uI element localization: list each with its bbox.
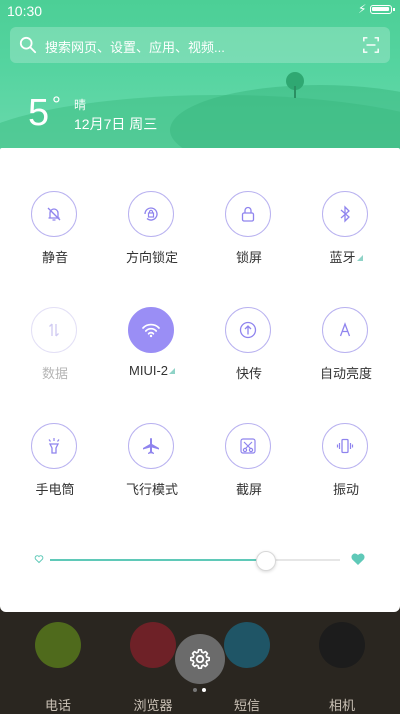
tile-label: 静音	[41, 250, 68, 265]
search-placeholder: 搜索网页、设置、应用、视频...	[45, 40, 225, 55]
tile-label: 截屏	[235, 482, 262, 497]
status-time: 10:30	[7, 3, 43, 19]
tile-quick-share[interactable]: 快传	[204, 307, 294, 397]
tile-label-text: 蓝牙	[329, 250, 356, 265]
tile-label: 锁屏	[235, 250, 262, 265]
tile-label-text: MIUI-2	[129, 363, 168, 378]
dock-label: 短信	[233, 698, 260, 713]
dock-label: 浏览器	[133, 698, 173, 713]
tile-label: 快传	[235, 366, 262, 381]
wifi-icon	[128, 307, 174, 353]
screenshot-icon	[225, 423, 271, 469]
tile-vibrate[interactable]: 振动	[301, 423, 391, 513]
page-dot-active	[202, 688, 206, 692]
flashlight-icon	[31, 423, 77, 469]
tile-rotation-lock[interactable]: 方向锁定	[107, 191, 197, 281]
dock-app-phone[interactable]: 电话	[18, 622, 98, 713]
tile-label: 手电筒	[35, 482, 75, 497]
search-icon	[19, 36, 37, 54]
brightness-track[interactable]	[50, 551, 340, 571]
tree-trunk-decoration	[294, 86, 296, 98]
weather-condition: 晴	[74, 98, 87, 112]
bluetooth-icon	[322, 191, 368, 237]
brightness-thumb[interactable]	[255, 551, 276, 571]
expand-corner-icon	[169, 368, 175, 374]
tile-label: 数据	[41, 366, 68, 381]
tile-airplane-mode[interactable]: 飞行模式	[107, 423, 197, 513]
tile-label: 振动	[332, 482, 359, 497]
tile-label: 蓝牙	[301, 247, 391, 266]
quick-settings-panel: 静音 方向锁定 锁屏 蓝牙 数据 MIUI-2 快传 自动亮度 手电筒 飞行模式…	[0, 148, 400, 612]
camera-icon	[319, 622, 365, 668]
messages-icon	[224, 622, 270, 668]
rotation-lock-icon	[128, 191, 174, 237]
dock-app-camera[interactable]: 相机	[302, 622, 382, 713]
dock-label: 相机	[328, 698, 355, 713]
charging-bolt-icon: ⚡	[358, 2, 367, 16]
tile-label: 方向锁定	[125, 250, 178, 265]
tile-flashlight[interactable]: 手电筒	[10, 423, 100, 513]
tile-lock-screen[interactable]: 锁屏	[204, 191, 294, 281]
brightness-low-icon	[34, 555, 44, 564]
status-bar: 10:30 ⚡	[0, 0, 400, 22]
page-dot	[193, 688, 197, 692]
phone-icon	[35, 622, 81, 668]
weather-header: 10:30 ⚡ 搜索网页、设置、应用、视频... 5 ° 晴 12月7日 周三	[0, 0, 400, 150]
temperature-unit: °	[52, 92, 61, 117]
expand-corner-icon	[356, 255, 363, 261]
search-bar[interactable]: 搜索网页、设置、应用、视频...	[10, 27, 390, 63]
dock-label: 电话	[44, 698, 71, 713]
tile-screenshot[interactable]: 截屏	[204, 423, 294, 513]
tile-auto-brightness[interactable]: 自动亮度	[301, 307, 391, 397]
tile-bluetooth[interactable]: 蓝牙	[301, 191, 391, 281]
tile-label: MIUI-2	[107, 363, 197, 378]
auto-brightness-icon	[322, 307, 368, 353]
brightness-high-icon	[351, 553, 365, 565]
browser-icon	[130, 622, 176, 668]
brightness-fill	[50, 559, 265, 561]
page-indicator	[193, 688, 209, 694]
gear-icon	[190, 649, 210, 669]
scan-icon[interactable]	[362, 36, 380, 54]
date-label: 12月7日 周三	[74, 116, 158, 132]
vibrate-icon	[322, 423, 368, 469]
mute-icon	[31, 191, 77, 237]
battery-icon	[370, 5, 395, 14]
tile-label: 自动亮度	[319, 366, 372, 381]
temperature: 5	[28, 92, 50, 134]
tile-mute[interactable]: 静音	[10, 191, 100, 281]
tile-mobile-data[interactable]: 数据	[10, 307, 100, 397]
tile-wifi[interactable]: MIUI-2	[107, 307, 197, 397]
settings-button[interactable]	[175, 634, 225, 684]
tile-label: 飞行模式	[125, 482, 178, 497]
quick-share-icon	[225, 307, 271, 353]
mobile-data-icon	[31, 307, 77, 353]
airplane-icon	[128, 423, 174, 469]
lock-icon	[225, 191, 271, 237]
brightness-slider[interactable]	[28, 548, 374, 572]
